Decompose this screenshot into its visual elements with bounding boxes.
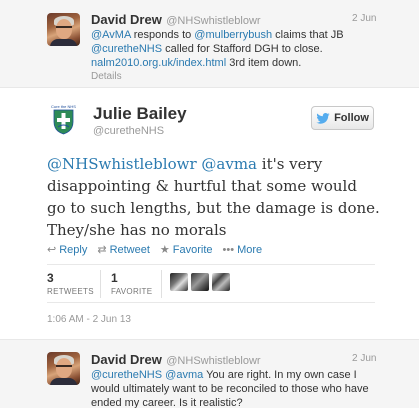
svg-text:Cure the NHS: Cure the NHS <box>51 104 76 109</box>
mention-link[interactable]: @NHSwhistleblowr <box>47 155 197 173</box>
tweet-text: claims that JB <box>272 29 344 41</box>
retweets-stat[interactable]: 3 RETWEETS <box>47 271 94 296</box>
tweet-text-line: it's very <box>257 155 323 173</box>
retweet-icon: ⇄ <box>97 244 107 256</box>
reply-icon: ↩ <box>47 244 57 256</box>
cure-the-nhs-logo-avatar[interactable]: Cure the NHS <box>47 103 80 136</box>
divider <box>47 264 375 265</box>
reply-label: Reply <box>59 243 88 256</box>
retweeter-avatar[interactable] <box>191 273 209 291</box>
retweets-count: 3 <box>47 271 54 285</box>
retweets-label: RETWEETS <box>47 287 94 296</box>
retweeter-avatar[interactable] <box>170 273 188 291</box>
favorite-button[interactable]: ★ Favorite <box>159 243 213 257</box>
url-link[interactable]: nalm2010.org.uk/index.html <box>91 57 226 69</box>
follow-label: Follow <box>334 112 369 124</box>
retweet-button[interactable]: ⇄ Retweet <box>97 243 150 257</box>
mention-link[interactable]: @mulberrybush <box>194 29 272 41</box>
tweet-timestamp[interactable]: 1:06 AM - 2 Jun 13 <box>47 314 131 325</box>
author-handle[interactable]: @curetheNHS <box>93 125 164 137</box>
tweet-text: ended my career. Is it realistic? <box>91 397 243 408</box>
david-drew-avatar[interactable] <box>47 13 80 46</box>
author-name[interactable]: Julie Bailey <box>93 104 187 124</box>
tweet-actions: ↩ Reply ⇄ Retweet ★ Favorite ••• More <box>47 243 263 257</box>
mention-link[interactable]: @AvMA <box>91 29 131 41</box>
details-link[interactable]: Details <box>91 71 122 82</box>
favorite-label: Favorite <box>172 243 213 256</box>
retweet-label: Retweet <box>109 243 150 256</box>
more-label: More <box>237 243 263 256</box>
author-name[interactable]: David Drew <box>91 12 162 27</box>
tweet-text-body: @NHSwhistleblowr @avma it's very disappo… <box>47 153 387 241</box>
author-handle[interactable]: @NHSwhistleblowr <box>166 15 260 27</box>
tweet-text: 3rd item down. <box>226 57 302 69</box>
favorites-stat[interactable]: 1 FAVORITE <box>111 271 152 296</box>
tweet-text: would ultimately want to be reconciled t… <box>91 383 369 395</box>
author-name[interactable]: David Drew <box>91 352 162 367</box>
tweet-time[interactable]: 2 Jun <box>352 353 376 364</box>
divider <box>47 302 375 303</box>
tweet-text-line: disappointing & hurtful that some would <box>47 177 357 195</box>
stat-separator <box>161 270 162 298</box>
tweet-text: called for Stafford DGH to close. <box>162 43 323 55</box>
mention-link[interactable]: @curetheNHS <box>91 369 162 381</box>
more-button[interactable]: ••• More <box>223 243 263 256</box>
reply-button[interactable]: ↩ Reply <box>47 243 88 257</box>
favorite-icon: ★ <box>159 244 170 256</box>
mention-link[interactable]: @curetheNHS <box>91 43 162 55</box>
tweet-text-line: They/she has no morals <box>47 221 227 239</box>
tweet-text: responds to <box>130 29 195 41</box>
retweeter-avatar[interactable] <box>212 273 230 291</box>
tweet-text-line: go to such lengths, but the damage is do… <box>47 199 380 217</box>
tweet-time[interactable]: 2 Jun <box>352 13 376 24</box>
stat-separator <box>100 270 101 298</box>
tweet-text: You are right. In my own case I <box>203 369 357 381</box>
favorites-label: FAVORITE <box>111 287 153 296</box>
follow-button[interactable]: Follow <box>311 106 374 130</box>
author-handle[interactable]: @NHSwhistleblowr <box>166 355 260 367</box>
previous-tweet[interactable]: David Drew @NHSwhistleblowr 2 Jun @AvMA … <box>0 0 419 88</box>
more-icon: ••• <box>222 243 235 256</box>
reply-tweet[interactable]: David Drew @NHSwhistleblowr 2 Jun @curet… <box>0 339 419 408</box>
mention-link[interactable]: @avma <box>201 155 257 173</box>
cure-the-nhs-logo-icon: Cure the NHS <box>51 104 76 135</box>
favorites-count: 1 <box>111 271 118 285</box>
david-drew-avatar[interactable] <box>47 352 80 385</box>
twitter-bird-icon <box>316 112 330 124</box>
mention-link[interactable]: @avma <box>165 369 203 381</box>
